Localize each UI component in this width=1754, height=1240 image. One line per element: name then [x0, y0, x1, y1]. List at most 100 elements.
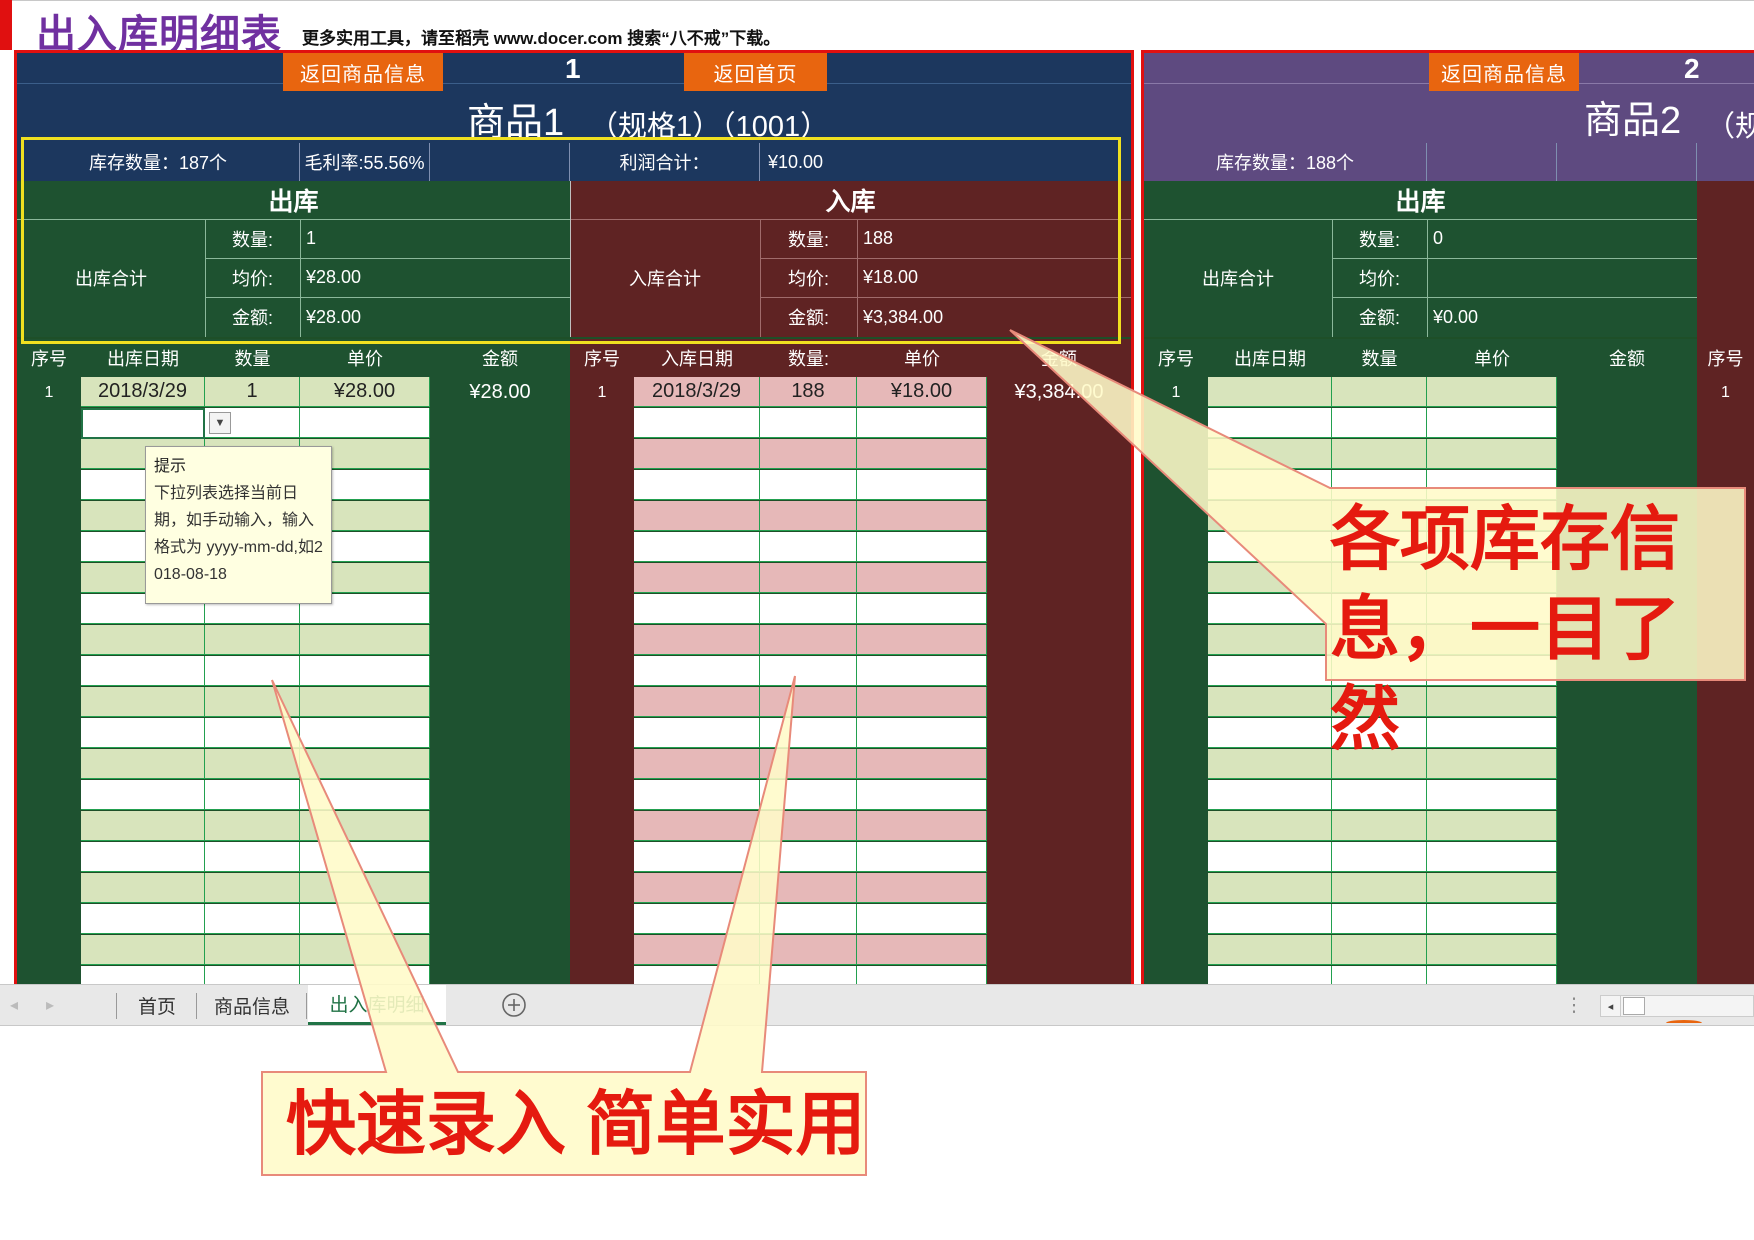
- entry-cell[interactable]: [760, 904, 857, 934]
- entry-cell[interactable]: [634, 594, 760, 624]
- entry-cell[interactable]: [1208, 811, 1332, 841]
- entry-cell[interactable]: [300, 780, 430, 810]
- entry-cell[interactable]: [1332, 811, 1427, 841]
- entry-cell[interactable]: [760, 501, 857, 531]
- entry-cell[interactable]: [634, 718, 760, 748]
- entry-cell[interactable]: [857, 718, 987, 748]
- entry-cell[interactable]: [300, 408, 430, 438]
- entry-cell[interactable]: [1208, 594, 1332, 624]
- entry-cell[interactable]: [81, 687, 205, 717]
- entry-cell[interactable]: [634, 904, 760, 934]
- entry-cell[interactable]: [857, 563, 987, 593]
- entry-cell[interactable]: [760, 594, 857, 624]
- entry-cell[interactable]: [1427, 935, 1557, 965]
- entry-cell[interactable]: [857, 873, 987, 903]
- entry-cell[interactable]: [300, 842, 430, 872]
- in-row-qty[interactable]: 188: [760, 377, 857, 407]
- entry-cell[interactable]: [205, 625, 300, 655]
- entry-cell[interactable]: [81, 904, 205, 934]
- entry-cell[interactable]: [1208, 904, 1332, 934]
- entry-cell[interactable]: [1208, 625, 1332, 655]
- entry-cell[interactable]: [1332, 935, 1427, 965]
- entry-cell[interactable]: [205, 718, 300, 748]
- entry-cell[interactable]: [300, 687, 430, 717]
- scrollbar-thumb[interactable]: [1623, 997, 1645, 1015]
- entry-cell[interactable]: [205, 687, 300, 717]
- entry-cell[interactable]: [1332, 780, 1427, 810]
- entry-cell[interactable]: [1332, 377, 1427, 407]
- scroll-left-icon[interactable]: ◂: [0, 985, 28, 1025]
- entry-cell[interactable]: [205, 780, 300, 810]
- entry-cell[interactable]: [857, 811, 987, 841]
- out-row-price[interactable]: ¥28.00: [300, 377, 430, 407]
- entry-cell[interactable]: [1427, 408, 1557, 438]
- entry-cell[interactable]: [857, 501, 987, 531]
- date-dropdown-arrow-icon[interactable]: ▼: [209, 412, 231, 434]
- entry-cell[interactable]: [300, 625, 430, 655]
- entry-cell[interactable]: [857, 439, 987, 469]
- entry-cell[interactable]: [1332, 439, 1427, 469]
- entry-cell[interactable]: [1208, 780, 1332, 810]
- selected-date-cell[interactable]: [81, 408, 205, 439]
- entry-cell[interactable]: [634, 563, 760, 593]
- entry-cell[interactable]: [1208, 873, 1332, 903]
- in-row-price[interactable]: ¥18.00: [857, 377, 987, 407]
- entry-cell[interactable]: [1427, 780, 1557, 810]
- entry-cell[interactable]: [1332, 873, 1427, 903]
- entry-cell[interactable]: [81, 842, 205, 872]
- entry-cell[interactable]: [1332, 408, 1427, 438]
- entry-cell[interactable]: [634, 780, 760, 810]
- entry-cell[interactable]: [857, 470, 987, 500]
- scroll-left-arrow-icon[interactable]: ◂: [1601, 996, 1621, 1016]
- entry-cell[interactable]: [760, 811, 857, 841]
- more-options-icon[interactable]: ⋮: [1565, 985, 1584, 1025]
- entry-cell[interactable]: [1332, 904, 1427, 934]
- entry-cell[interactable]: [81, 873, 205, 903]
- entry-cell[interactable]: [760, 718, 857, 748]
- entry-cell[interactable]: [1208, 439, 1332, 469]
- entry-cell[interactable]: [634, 935, 760, 965]
- entry-cell[interactable]: [857, 904, 987, 934]
- entry-cell[interactable]: [857, 408, 987, 438]
- entry-cell[interactable]: [81, 780, 205, 810]
- entry-cell[interactable]: [1208, 501, 1332, 531]
- entry-cell[interactable]: [300, 935, 430, 965]
- entry-cell[interactable]: [857, 532, 987, 562]
- entry-cell[interactable]: [634, 625, 760, 655]
- out-row-qty[interactable]: 1: [205, 377, 300, 407]
- entry-cell[interactable]: [81, 935, 205, 965]
- entry-cell[interactable]: [760, 687, 857, 717]
- entry-cell[interactable]: [634, 532, 760, 562]
- entry-cell[interactable]: [205, 873, 300, 903]
- entry-cell[interactable]: [760, 625, 857, 655]
- entry-cell[interactable]: [1208, 563, 1332, 593]
- entry-cell[interactable]: [634, 656, 760, 686]
- entry-cell[interactable]: [760, 873, 857, 903]
- back-to-product-info-button[interactable]: 返回商品信息: [283, 53, 443, 91]
- entry-cell[interactable]: [634, 408, 760, 438]
- entry-cell[interactable]: [205, 904, 300, 934]
- entry-cell[interactable]: [760, 470, 857, 500]
- entry-cell[interactable]: [300, 873, 430, 903]
- entry-cell[interactable]: [857, 780, 987, 810]
- entry-cell[interactable]: [1427, 873, 1557, 903]
- entry-cell[interactable]: [634, 439, 760, 469]
- entry-cell[interactable]: [760, 749, 857, 779]
- entry-cell[interactable]: [81, 811, 205, 841]
- entry-cell[interactable]: [1208, 749, 1332, 779]
- entry-cell[interactable]: [1427, 377, 1557, 407]
- entry-cell[interactable]: [760, 935, 857, 965]
- entry-cell[interactable]: [634, 811, 760, 841]
- entry-cell[interactable]: [857, 842, 987, 872]
- entry-cell[interactable]: [205, 842, 300, 872]
- sheet-tab-product-info[interactable]: 商品信息: [198, 985, 306, 1025]
- entry-cell[interactable]: [1427, 811, 1557, 841]
- entry-cell[interactable]: [1427, 439, 1557, 469]
- entry-cell[interactable]: [81, 625, 205, 655]
- entry-cell[interactable]: [634, 687, 760, 717]
- entry-cell[interactable]: [760, 439, 857, 469]
- entry-cell[interactable]: [1208, 842, 1332, 872]
- in-row-date[interactable]: 2018/3/29: [634, 377, 760, 407]
- entry-cell[interactable]: [857, 749, 987, 779]
- entry-cell[interactable]: [1427, 904, 1557, 934]
